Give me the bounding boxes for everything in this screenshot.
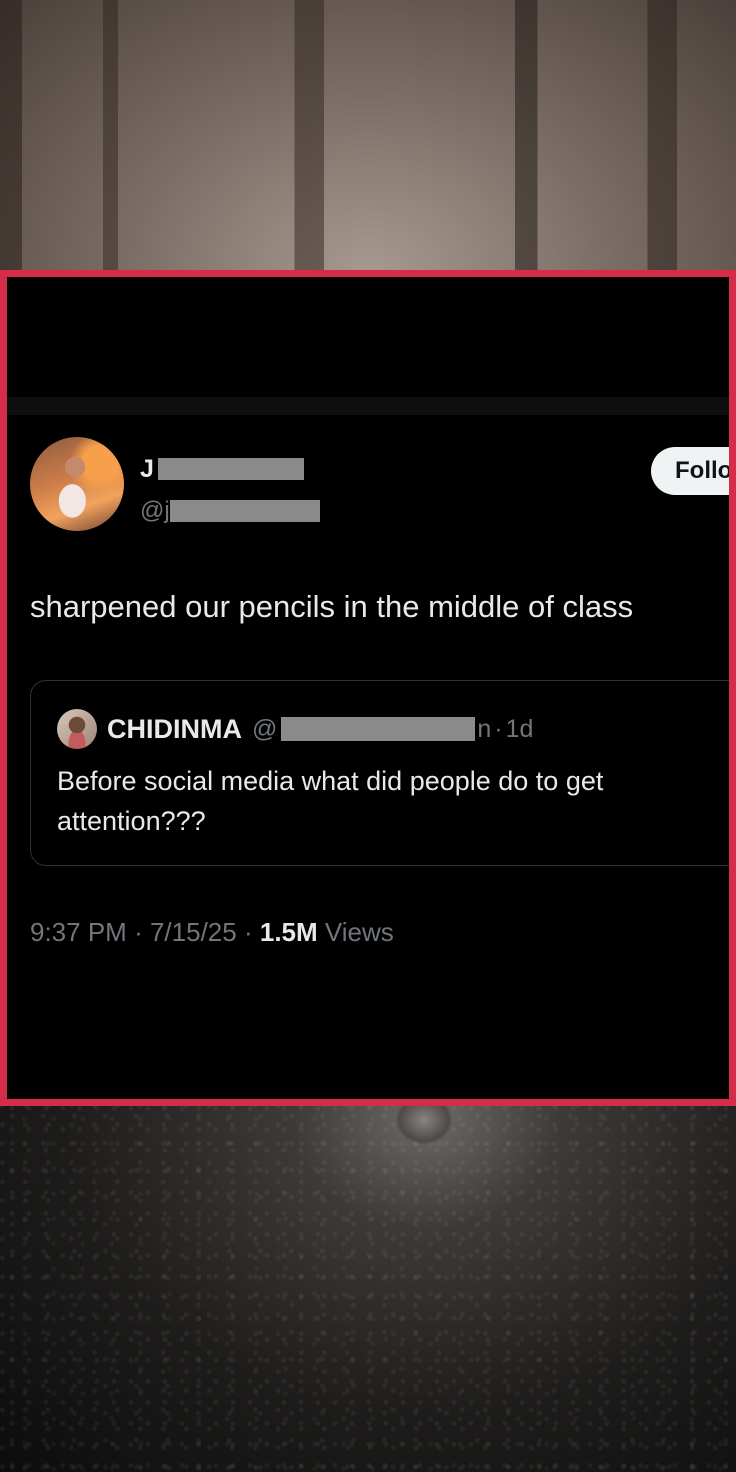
tweet-screenshot-frame: J @j Follow sharpened our pencils in the… [0,270,736,1106]
meta-separator: · [243,917,253,947]
meta-separator: · [134,917,143,947]
header-divider [7,397,729,415]
author-name-redaction [157,458,304,480]
tweet-metadata: 9:37 PM · 7/15/25 · 1.5M Views [30,917,394,948]
tweet-date[interactable]: 7/15/25 [150,917,237,947]
quoted-author-name[interactable]: CHIDINMA [107,714,242,745]
quoted-author-handle-suffix: n [477,714,492,743]
quoted-handle-redaction [281,717,476,741]
background-forest-photo [0,0,736,275]
quoted-separator: · [494,714,503,743]
tweet-text: sharpened our pencils in the middle of c… [30,589,634,624]
quoted-tweet-text: Before social media what did people do t… [57,766,604,836]
quoted-tweet-age[interactable]: 1d [506,715,534,744]
views-label: Views [324,917,394,947]
follow-button[interactable]: Follow [651,447,729,495]
tweet-time[interactable]: 9:37 PM [30,917,127,947]
views-count: 1.5M [259,917,318,947]
author-handle-redaction [169,500,320,522]
author-name[interactable]: J [140,455,304,483]
author-avatar[interactable] [30,437,124,531]
background-ground-photo [0,1100,736,1472]
author-name-initial: J [140,454,154,483]
background-boot [395,1103,453,1145]
author-handle[interactable]: @j [140,497,320,525]
author-handle-prefix: @j [140,497,170,524]
quoted-tweet-header: CHIDINMA @ n · 1d [107,711,533,747]
quoted-tweet[interactable]: CHIDINMA @ n · 1d Before social media wh… [30,680,729,866]
quoted-author-handle-prefix: @ [252,714,278,743]
quoted-author-avatar[interactable] [57,709,97,749]
